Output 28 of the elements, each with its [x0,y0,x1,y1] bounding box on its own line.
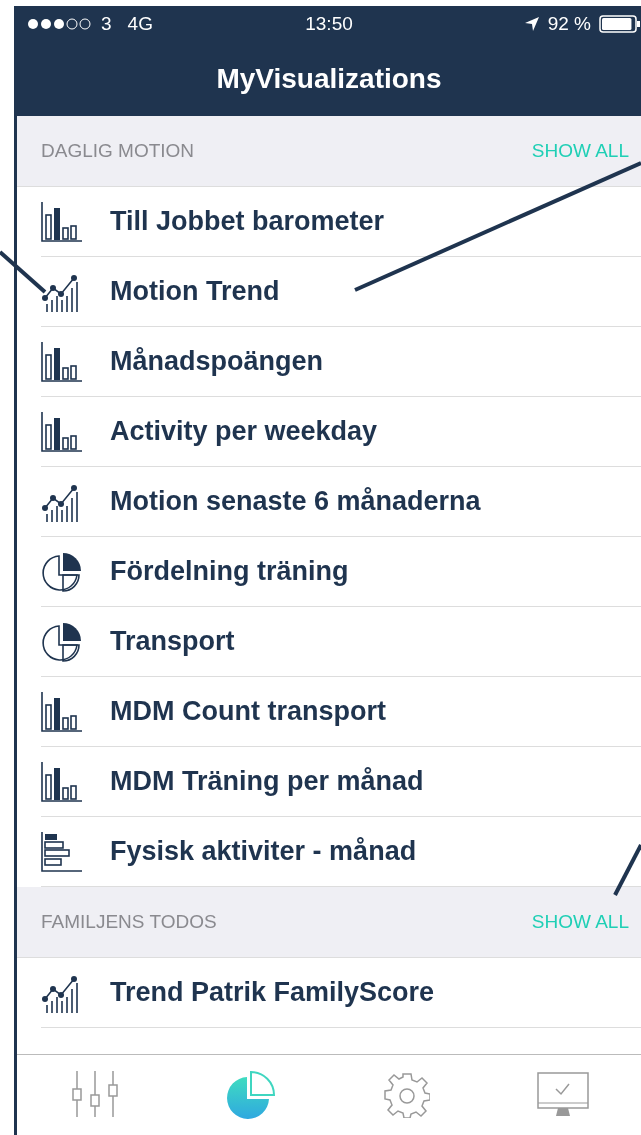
bar-chart-icon [41,691,83,732]
visualization-list-item[interactable]: Till Jobbet barometer [41,187,641,257]
visualization-list-item[interactable]: MDM Träning per månad [41,747,641,817]
visualization-list-item[interactable]: Motion Trend [41,257,641,327]
location-arrow-icon [523,16,540,32]
visualization-list-item[interactable]: Motion senaste 6 månaderna [41,467,641,537]
carrier-name: 3 [101,13,112,35]
bar-chart-icon [41,761,83,802]
status-time: 13:50 [305,13,353,34]
bar-chart-icon [41,201,83,242]
screen-title: MyVisualizations [216,63,442,95]
visualization-list-item[interactable]: Fördelning träning [41,537,641,607]
network-type: 4G [127,13,153,35]
pie-chart-icon [41,550,83,593]
visualization-list-item[interactable]: Trend Patrik FamilyScore [41,958,641,1028]
horizontal-bar-chart-icon [41,831,83,872]
bar-chart-icon [41,341,83,382]
bar-chart-icon [41,411,83,452]
signal-strength-icon [27,18,93,30]
battery-icon [599,15,641,33]
section-title: FAMILJENS TODOS [41,911,217,933]
battery-percentage: 92 % [547,13,591,35]
visualization-list-item[interactable]: MDM Count transport [41,677,641,747]
visualization-list-item[interactable]: Transport [41,607,641,677]
section-title: DAGLIG MOTION [41,140,195,162]
pie-chart-icon [41,620,83,663]
visualization-list-item[interactable]: Månadspoängen [41,327,641,397]
visualization-list-item[interactable]: Activity per weekday [41,397,641,467]
